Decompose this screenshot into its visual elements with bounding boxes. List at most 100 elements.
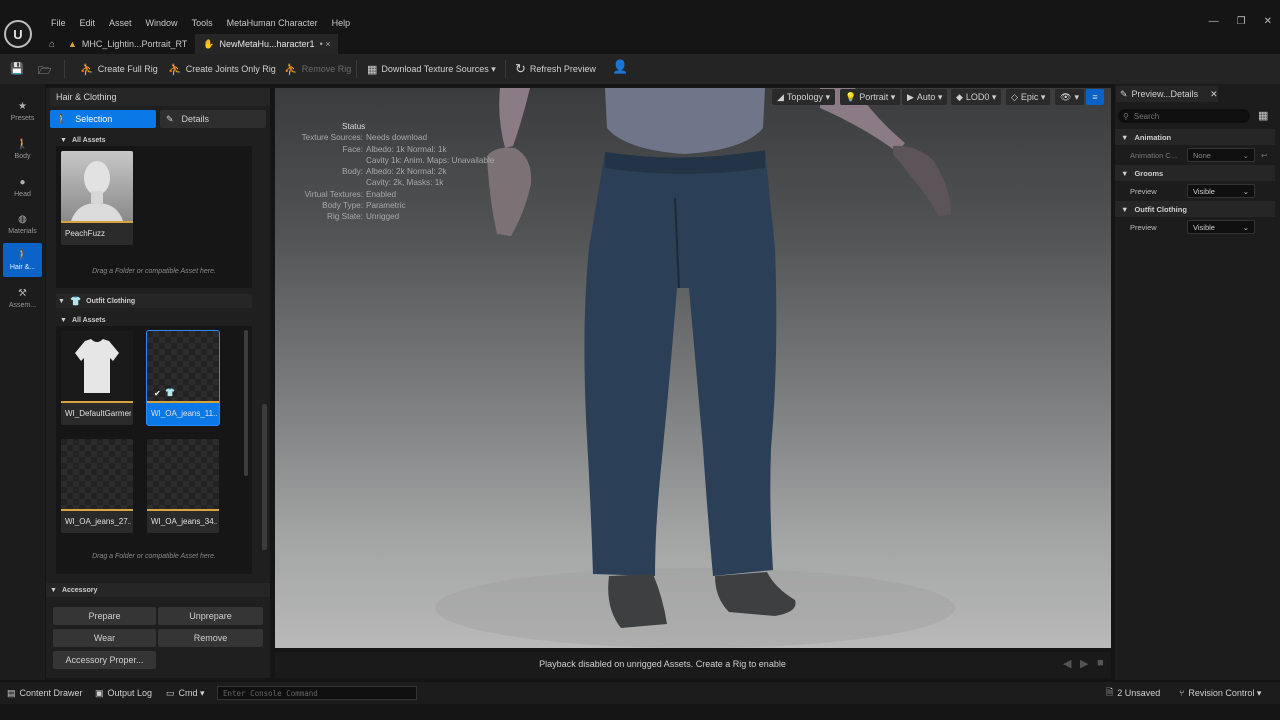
status-key: Body: — [342, 167, 363, 177]
asset-card-jeans-11[interactable]: ✔ 👕 WI_OA_jeans_11... — [146, 330, 220, 426]
play-icon[interactable]: ▶ — [1080, 657, 1088, 670]
section-label: Accessory — [61, 586, 98, 594]
menu-metahuman-character[interactable]: MetaHuman Character — [220, 17, 325, 29]
pencil-icon: ✎ — [166, 113, 174, 124]
outfit-scrollbar[interactable] — [244, 330, 248, 476]
animation-section-header[interactable]: ▼ Animation — [1115, 129, 1275, 145]
button-label: Output Log — [107, 688, 153, 698]
prepare-button[interactable]: Prepare — [53, 607, 156, 625]
sidebar-item-materials[interactable]: ◍ Materials — [3, 207, 42, 241]
sidebar-item-presets[interactable]: ★ Presets — [3, 94, 42, 128]
menu-asset[interactable]: Asset — [102, 17, 139, 29]
tshirt-thumbnail — [61, 331, 133, 403]
cmd-dropdown[interactable]: ▭ Cmd ▾ — [166, 682, 205, 704]
select-value: Visible — [1193, 222, 1215, 232]
asset-card-default-garment[interactable]: WI_DefaultGarment — [61, 331, 133, 425]
sidebar-item-head[interactable]: ● Head — [3, 170, 42, 204]
browse-icon[interactable]: 🗁 — [38, 62, 52, 81]
collapse-arrow-icon: ▼ — [1121, 204, 1129, 214]
accessory-properties-button[interactable]: Accessory Proper... — [53, 651, 156, 669]
quality-dropdown[interactable]: ◇ Epic ▾ — [1006, 89, 1051, 105]
asset-label: WI_OA_jeans_34... — [151, 517, 217, 526]
details-search-input[interactable]: ⚲ Search — [1118, 109, 1250, 123]
selection-icon: 🚶 — [56, 113, 68, 124]
output-log-button[interactable]: ▣ Output Log — [95, 682, 152, 704]
sidebar-label: Assem... — [8, 301, 37, 309]
reset-icon[interactable]: ↩ — [1261, 151, 1267, 160]
create-joints-only-rig-button[interactable]: ⛹ Create Joints Only Rig — [168, 54, 276, 84]
sidebar-item-hair-clothing[interactable]: 🚶 Hair &... — [3, 243, 42, 277]
content-drawer-button[interactable]: ▤ Content Drawer — [7, 682, 83, 704]
chevron-down-icon: ⌄ — [1242, 150, 1249, 160]
animation-select[interactable]: None ⌄ — [1187, 148, 1255, 162]
details-tab[interactable]: ✎ Details — [160, 110, 266, 128]
dropdown-label: LOD0 ▾ — [965, 91, 997, 102]
home-icon[interactable]: ⌂ — [44, 39, 60, 50]
pencil-icon: ✎ — [1120, 88, 1128, 99]
stop-icon[interactable]: ■ — [1097, 657, 1104, 669]
wear-button[interactable]: Wear — [53, 629, 156, 647]
log-icon: ▣ — [95, 687, 104, 698]
tab-close-icon[interactable]: • × — [320, 39, 331, 49]
download-texture-sources-button[interactable]: ▦ Download Texture Sources ▾ — [367, 54, 496, 84]
asset-card-jeans-34[interactable]: WI_OA_jeans_34... — [147, 439, 219, 533]
maximize-icon[interactable]: ❐ — [1237, 16, 1246, 27]
accessory-header[interactable]: ▼ Accessory — [46, 583, 270, 597]
collapse-arrow-icon: ▼ — [1121, 132, 1129, 142]
refresh-preview-button[interactable]: ↻ Refresh Preview — [515, 54, 596, 84]
collapse-arrow-icon: ▼ — [1121, 168, 1129, 178]
grooms-section-header[interactable]: ▼ Grooms — [1115, 165, 1275, 181]
terminal-icon: ▭ — [166, 687, 175, 698]
asset-card-peachfuzz[interactable]: PeachFuzz — [61, 151, 133, 245]
section-label: Outfit Clothing — [1134, 204, 1187, 214]
create-full-rig-button[interactable]: ⛹ Create Full Rig — [80, 54, 158, 84]
menu-window[interactable]: Window — [139, 17, 185, 29]
lighting-dropdown[interactable]: 💡 Portrait ▾ — [840, 89, 901, 105]
topology-dropdown[interactable]: ◢ Topology ▾ — [772, 89, 835, 105]
unreal-logo-icon[interactable]: U — [4, 20, 32, 48]
revision-control-button[interactable]: ⑂ Revision Control ▾ — [1179, 682, 1261, 704]
previous-icon[interactable]: ◀ — [1063, 657, 1071, 670]
menu-help[interactable]: Help — [325, 17, 358, 29]
remove-button[interactable]: Remove — [158, 629, 263, 647]
toolbar-divider — [505, 60, 506, 78]
tab-lighting-portrait[interactable]: ▲ MHC_Lightin...Portrait_RT — [60, 34, 195, 54]
section-label: Outfit Clothing — [86, 297, 136, 305]
outfit-clothing-header[interactable]: ▼ 👕 Outfit Clothing — [56, 294, 252, 308]
lod-dropdown[interactable]: ◆ LOD0 ▾ — [951, 89, 1002, 105]
menu-edit[interactable]: Edit — [73, 17, 103, 29]
console-command-input[interactable]: Enter Console Command — [217, 686, 417, 700]
dropdown-label: Auto ▾ — [916, 91, 943, 102]
user-icon[interactable]: 👤 — [612, 59, 628, 75]
tab-new-metahuman[interactable]: ✋ NewMetaHu...haracter1 • × — [195, 34, 339, 54]
asset-card-jeans-27[interactable]: WI_OA_jeans_27... — [61, 439, 133, 533]
drawer-icon: ▤ — [7, 687, 16, 698]
sidebar-item-body[interactable]: 🚶 Body — [3, 132, 42, 166]
section-label: Grooms — [1134, 168, 1164, 178]
preview-details-tab[interactable]: ✎ Preview...Details ✕ — [1116, 86, 1218, 102]
save-icon[interactable]: 💾 — [10, 62, 24, 75]
grid-view-icon[interactable]: ▦ — [1258, 109, 1268, 122]
all-assets-header[interactable]: ▼ All Assets — [60, 134, 106, 146]
outfit-clothing-section-header[interactable]: ▼ Outfit Clothing — [1115, 201, 1275, 217]
grooms-preview-select[interactable]: Visible ⌄ — [1187, 184, 1255, 198]
visibility-dropdown[interactable]: 👁 ▾ — [1055, 89, 1084, 105]
button-label: Refresh Preview — [529, 64, 596, 74]
close-window-icon[interactable]: ✕ — [1264, 16, 1272, 27]
outfit-preview-select[interactable]: Visible ⌄ — [1187, 220, 1255, 234]
menu-tools[interactable]: Tools — [185, 17, 220, 29]
menu-file[interactable]: File — [44, 17, 73, 29]
dropdown-label: Epic ▾ — [1020, 91, 1046, 102]
outfit-all-assets-header[interactable]: ▼ All Assets — [60, 314, 106, 326]
close-icon[interactable]: ✕ — [1210, 89, 1218, 100]
minimize-icon[interactable]: — — [1209, 16, 1219, 27]
rig-icon: ⛹ — [80, 63, 94, 76]
panel-scrollbar[interactable] — [262, 404, 267, 550]
unsaved-button[interactable]: 🗎 2 Unsaved — [1106, 682, 1160, 704]
unprepare-button[interactable]: Unprepare — [158, 607, 263, 625]
viewport-options-button[interactable]: ≡ — [1086, 89, 1104, 105]
selection-tab[interactable]: 🚶 Selection — [50, 110, 156, 128]
sidebar-item-assembly[interactable]: ⚒ Assem... — [3, 281, 42, 315]
remove-rig-button[interactable]: ⛹ Remove Rig — [284, 54, 351, 84]
camera-dropdown[interactable]: ▶ Auto ▾ — [902, 89, 948, 105]
